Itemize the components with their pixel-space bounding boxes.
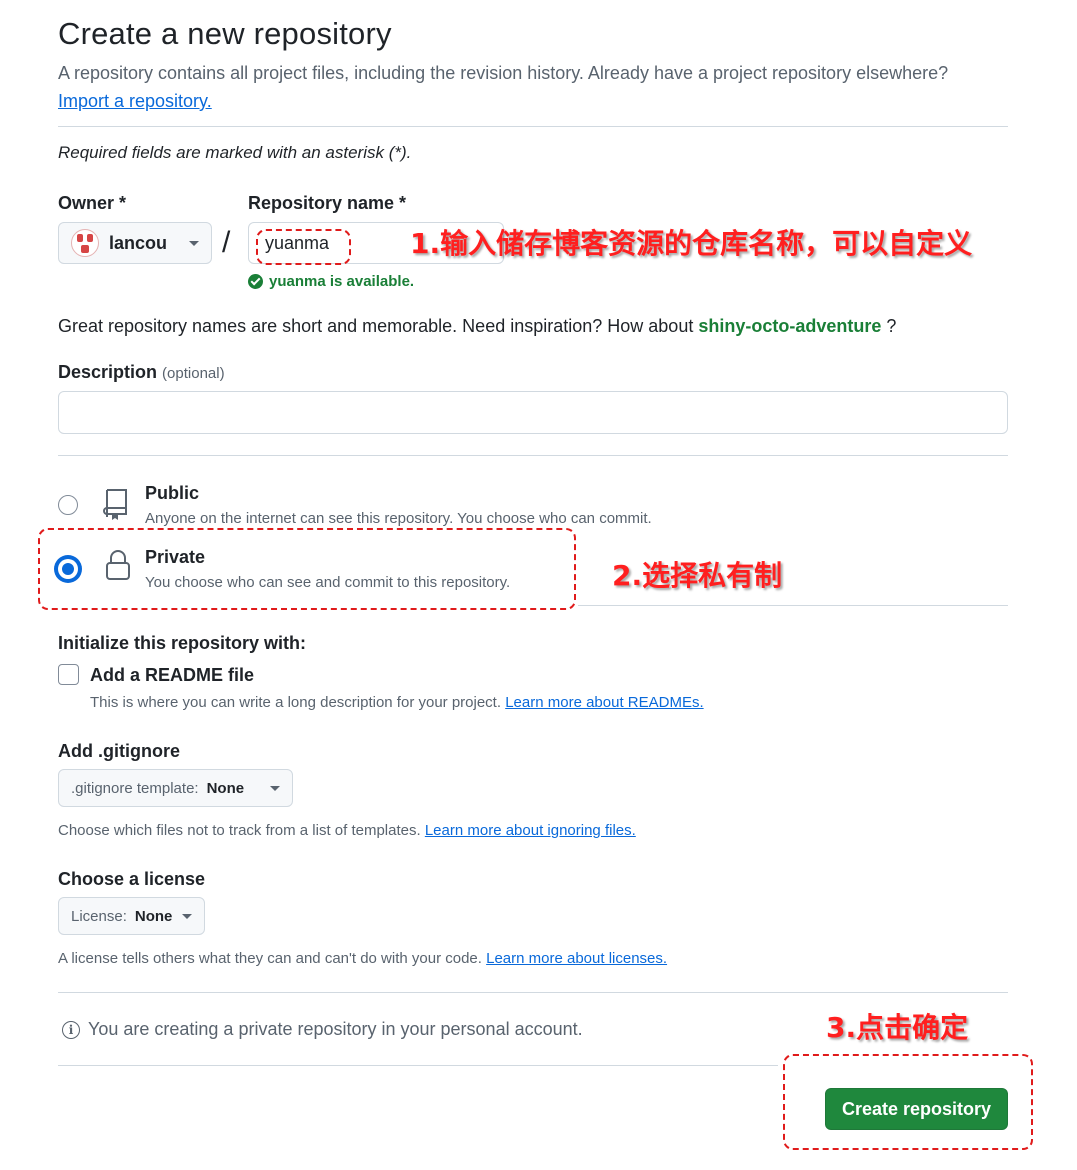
info-icon: i (62, 1020, 80, 1039)
check-circle-icon (248, 274, 263, 289)
page-subtitle: A repository contains all project files,… (58, 63, 949, 83)
readme-checkbox[interactable] (58, 664, 79, 685)
license-select-prefix: License: (71, 907, 127, 925)
inspiration-text: Great repository names are short and mem… (58, 316, 694, 336)
description-input[interactable] (58, 391, 1008, 434)
owner-value: lancou (109, 232, 168, 253)
license-select[interactable]: License: None (58, 897, 205, 935)
private-repo-note-text: You are creating a private repository in… (88, 1019, 583, 1039)
page-title: Create a new repository (58, 16, 392, 51)
visibility-public-desc: Anyone on the internet can see this repo… (145, 510, 652, 527)
license-select-value: None (134, 907, 173, 925)
name-inspiration: Great repository names are short and mem… (58, 316, 896, 337)
owner-select[interactable]: lancou (58, 222, 212, 264)
caret-down-icon (189, 240, 199, 246)
init-heading: Initialize this repository with: (58, 633, 307, 653)
availability-text: yuanma is available. (269, 273, 415, 290)
annotation-step1: 1.输入储存博客资源的仓库名称，可以自定义 (410, 227, 973, 260)
import-repository-link[interactable]: Import a repository. (58, 91, 212, 112)
inspiration-suffix: ? (886, 316, 897, 336)
divider (58, 1065, 778, 1066)
license-heading: Choose a license (58, 869, 206, 889)
caret-down-icon (182, 913, 192, 919)
visibility-public-title: Public (145, 483, 200, 503)
gitignore-select-prefix: .gitignore template: (71, 779, 199, 797)
owner-label: Owner * (58, 193, 127, 213)
caret-down-icon (270, 785, 280, 791)
readme-learn-more-link[interactable]: Learn more about READMEs. (505, 694, 703, 711)
readme-help-text: This is where you can write a long descr… (90, 694, 502, 711)
divider (58, 455, 1008, 456)
annotation-box-private (38, 528, 576, 610)
gitignore-select[interactable]: .gitignore template: None (58, 769, 293, 807)
description-label: Description (optional) (58, 362, 225, 383)
gitignore-help-text: Choose which files not to track from a l… (58, 822, 421, 839)
description-label-text: Description (58, 362, 158, 382)
divider (578, 605, 1008, 606)
gitignore-learn-more-link[interactable]: Learn more about ignoring files. (425, 822, 636, 839)
license-help: A license tells others what they can and… (58, 950, 667, 967)
license-learn-more-link[interactable]: Learn more about licenses. (486, 950, 667, 967)
repo-book-icon (103, 487, 131, 526)
repo-name-label: Repository name * (248, 193, 407, 213)
create-repository-button[interactable]: Create repository (825, 1088, 1008, 1130)
gitignore-heading: Add .gitignore (58, 741, 180, 761)
required-fields-note: Required fields are marked with an aster… (58, 143, 412, 162)
private-repo-note: i You are creating a private repository … (62, 1019, 583, 1040)
availability-message: yuanma is available. (248, 273, 414, 290)
divider (58, 126, 1008, 127)
visibility-public-radio[interactable] (58, 495, 78, 515)
gitignore-help: Choose which files not to track from a l… (58, 822, 636, 839)
owner-repo-separator: / (222, 226, 231, 259)
gitignore-select-value: None (206, 779, 245, 797)
annotation-box-repo-name (256, 229, 351, 265)
annotation-step3: 3.点击确定 (826, 1011, 969, 1044)
avatar (71, 229, 99, 257)
suggested-name[interactable]: shiny-octo-adventure (698, 316, 881, 336)
readme-label: Add a README file (90, 665, 255, 685)
optional-hint: (optional) (162, 365, 225, 382)
annotation-step2: 2.选择私有制 (612, 559, 783, 592)
license-help-text: A license tells others what they can and… (58, 950, 482, 967)
readme-help: This is where you can write a long descr… (90, 694, 704, 711)
divider (58, 992, 1008, 993)
